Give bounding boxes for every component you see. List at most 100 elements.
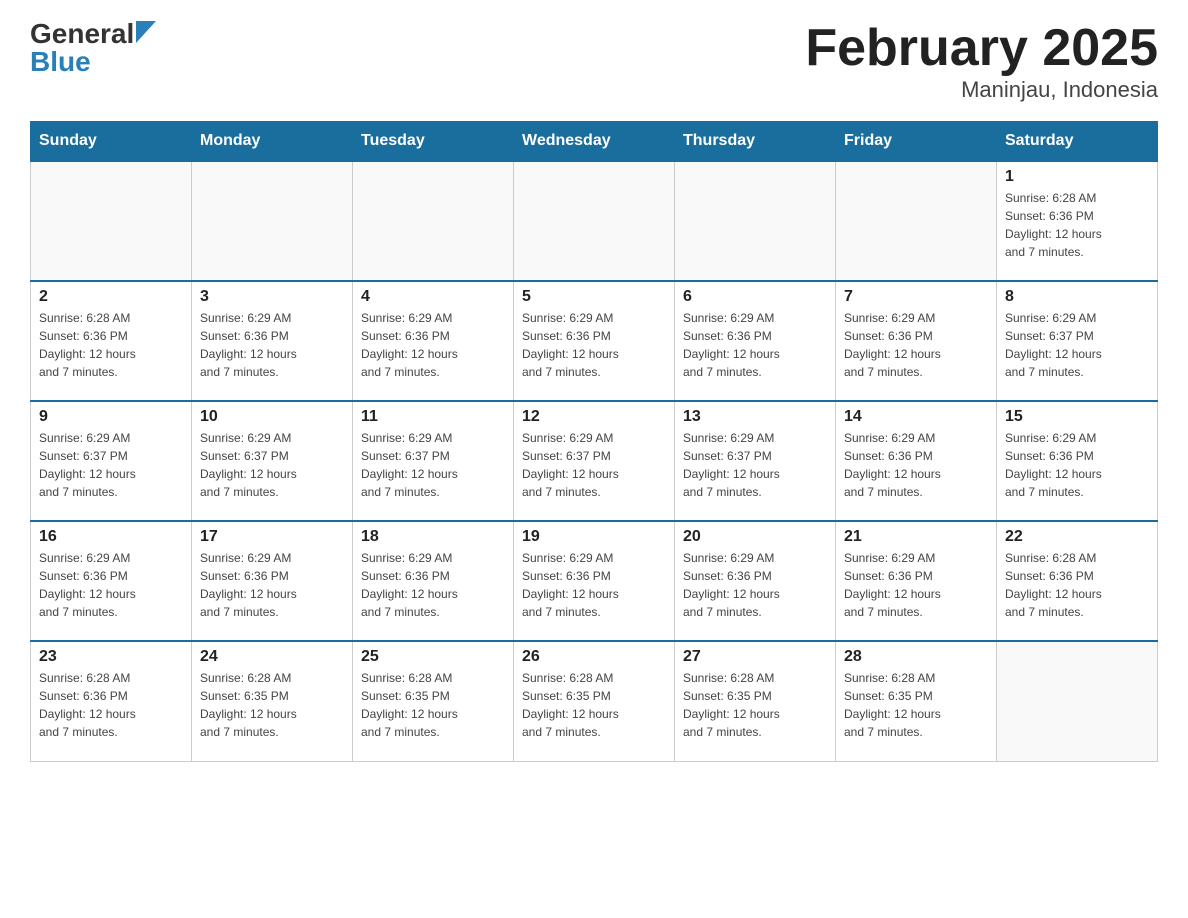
day-info: Sunrise: 6:28 AM Sunset: 6:36 PM Dayligh… — [39, 309, 183, 381]
day-info: Sunrise: 6:28 AM Sunset: 6:36 PM Dayligh… — [1005, 549, 1149, 621]
calendar-cell: 6 Sunrise: 6:29 AM Sunset: 6:36 PM Daylig… — [675, 281, 836, 401]
day-number: 25 — [361, 648, 505, 666]
calendar-cell — [353, 161, 514, 281]
calendar-cell: 19 Sunrise: 6:29 AM Sunset: 6:36 PM Dayli… — [514, 521, 675, 641]
calendar-cell: 22 Sunrise: 6:28 AM Sunset: 6:36 PM Dayli… — [997, 521, 1158, 641]
day-info: Sunrise: 6:29 AM Sunset: 6:37 PM Dayligh… — [1005, 309, 1149, 381]
calendar-week-row: 16 Sunrise: 6:29 AM Sunset: 6:36 PM Dayli… — [31, 521, 1158, 641]
page-header: General Blue February 2025 Maninjau, Ind… — [30, 20, 1158, 103]
calendar-cell — [997, 641, 1158, 761]
day-info: Sunrise: 6:29 AM Sunset: 6:37 PM Dayligh… — [200, 429, 344, 501]
calendar-cell: 3Sunrise: 6:29 AM Sunset: 6:36 PM Daylig… — [192, 281, 353, 401]
calendar-week-row: 9 Sunrise: 6:29 AM Sunset: 6:37 PM Daylig… — [31, 401, 1158, 521]
day-number: 11 — [361, 408, 505, 426]
calendar-header: SundayMondayTuesdayWednesdayThursdayFrid… — [31, 122, 1158, 162]
weekday-header-monday: Monday — [192, 122, 353, 162]
day-number: 17 — [200, 528, 344, 546]
calendar-cell: 21 Sunrise: 6:29 AM Sunset: 6:36 PM Dayli… — [836, 521, 997, 641]
day-info: Sunrise: 6:29 AM Sunset: 6:37 PM Dayligh… — [39, 429, 183, 501]
calendar-cell: 27 Sunrise: 6:28 AM Sunset: 6:35 PM Dayli… — [675, 641, 836, 761]
calendar-body: 1 Sunrise: 6:28 AM Sunset: 6:36 PM Daylig… — [31, 161, 1158, 761]
calendar-week-row: 23Sunrise: 6:28 AM Sunset: 6:36 PM Dayli… — [31, 641, 1158, 761]
day-info: Sunrise: 6:28 AM Sunset: 6:36 PM Dayligh… — [1005, 189, 1149, 261]
calendar-cell — [836, 161, 997, 281]
logo-arrow-icon — [136, 21, 156, 43]
page-subtitle: Maninjau, Indonesia — [805, 77, 1158, 103]
day-info: Sunrise: 6:29 AM Sunset: 6:36 PM Dayligh… — [200, 549, 344, 621]
weekday-header-wednesday: Wednesday — [514, 122, 675, 162]
day-info: Sunrise: 6:29 AM Sunset: 6:36 PM Dayligh… — [683, 309, 827, 381]
day-number: 13 — [683, 408, 827, 426]
calendar-cell: 1 Sunrise: 6:28 AM Sunset: 6:36 PM Daylig… — [997, 161, 1158, 281]
day-number: 1 — [1005, 168, 1149, 186]
calendar-cell: 5 Sunrise: 6:29 AM Sunset: 6:36 PM Daylig… — [514, 281, 675, 401]
calendar-table: SundayMondayTuesdayWednesdayThursdayFrid… — [30, 121, 1158, 762]
day-info: Sunrise: 6:29 AM Sunset: 6:36 PM Dayligh… — [683, 549, 827, 621]
day-number: 4 — [361, 288, 505, 306]
calendar-cell: 23Sunrise: 6:28 AM Sunset: 6:36 PM Dayli… — [31, 641, 192, 761]
day-number: 9 — [39, 408, 183, 426]
day-info: Sunrise: 6:29 AM Sunset: 6:36 PM Dayligh… — [844, 309, 988, 381]
day-info: Sunrise: 6:29 AM Sunset: 6:36 PM Dayligh… — [361, 309, 505, 381]
day-info: Sunrise: 6:28 AM Sunset: 6:35 PM Dayligh… — [683, 669, 827, 741]
day-number: 19 — [522, 528, 666, 546]
weekday-header-thursday: Thursday — [675, 122, 836, 162]
day-info: Sunrise: 6:29 AM Sunset: 6:36 PM Dayligh… — [522, 309, 666, 381]
logo-general-text: General — [30, 20, 134, 48]
weekday-header-row: SundayMondayTuesdayWednesdayThursdayFrid… — [31, 122, 1158, 162]
day-number: 6 — [683, 288, 827, 306]
day-number: 7 — [844, 288, 988, 306]
calendar-cell: 20Sunrise: 6:29 AM Sunset: 6:36 PM Dayli… — [675, 521, 836, 641]
day-number: 15 — [1005, 408, 1149, 426]
day-number: 18 — [361, 528, 505, 546]
day-number: 21 — [844, 528, 988, 546]
day-info: Sunrise: 6:28 AM Sunset: 6:36 PM Dayligh… — [39, 669, 183, 741]
day-number: 14 — [844, 408, 988, 426]
weekday-header-saturday: Saturday — [997, 122, 1158, 162]
day-info: Sunrise: 6:28 AM Sunset: 6:35 PM Dayligh… — [361, 669, 505, 741]
day-info: Sunrise: 6:29 AM Sunset: 6:36 PM Dayligh… — [522, 549, 666, 621]
day-info: Sunrise: 6:29 AM Sunset: 6:36 PM Dayligh… — [844, 549, 988, 621]
day-number: 24 — [200, 648, 344, 666]
calendar-cell: 12Sunrise: 6:29 AM Sunset: 6:37 PM Dayli… — [514, 401, 675, 521]
day-info: Sunrise: 6:28 AM Sunset: 6:35 PM Dayligh… — [522, 669, 666, 741]
calendar-cell: 15Sunrise: 6:29 AM Sunset: 6:36 PM Dayli… — [997, 401, 1158, 521]
day-info: Sunrise: 6:28 AM Sunset: 6:35 PM Dayligh… — [844, 669, 988, 741]
day-number: 3 — [200, 288, 344, 306]
calendar-cell — [192, 161, 353, 281]
calendar-cell: 9 Sunrise: 6:29 AM Sunset: 6:37 PM Daylig… — [31, 401, 192, 521]
calendar-cell: 2 Sunrise: 6:28 AM Sunset: 6:36 PM Daylig… — [31, 281, 192, 401]
calendar-cell: 8 Sunrise: 6:29 AM Sunset: 6:37 PM Daylig… — [997, 281, 1158, 401]
weekday-header-friday: Friday — [836, 122, 997, 162]
calendar-week-row: 1 Sunrise: 6:28 AM Sunset: 6:36 PM Daylig… — [31, 161, 1158, 281]
day-number: 5 — [522, 288, 666, 306]
day-number: 16 — [39, 528, 183, 546]
calendar-cell: 7 Sunrise: 6:29 AM Sunset: 6:36 PM Daylig… — [836, 281, 997, 401]
calendar-cell — [675, 161, 836, 281]
day-number: 8 — [1005, 288, 1149, 306]
day-number: 22 — [1005, 528, 1149, 546]
day-info: Sunrise: 6:29 AM Sunset: 6:37 PM Dayligh… — [683, 429, 827, 501]
weekday-header-sunday: Sunday — [31, 122, 192, 162]
day-info: Sunrise: 6:29 AM Sunset: 6:36 PM Dayligh… — [361, 549, 505, 621]
logo-blue-text: Blue — [30, 48, 91, 76]
calendar-cell — [514, 161, 675, 281]
page-title: February 2025 — [805, 20, 1158, 77]
day-info: Sunrise: 6:29 AM Sunset: 6:36 PM Dayligh… — [39, 549, 183, 621]
calendar-cell: 18 Sunrise: 6:29 AM Sunset: 6:36 PM Dayli… — [353, 521, 514, 641]
calendar-week-row: 2 Sunrise: 6:28 AM Sunset: 6:36 PM Daylig… — [31, 281, 1158, 401]
day-number: 2 — [39, 288, 183, 306]
calendar-cell: 13 Sunrise: 6:29 AM Sunset: 6:37 PM Dayli… — [675, 401, 836, 521]
day-info: Sunrise: 6:29 AM Sunset: 6:36 PM Dayligh… — [844, 429, 988, 501]
calendar-cell: 25 Sunrise: 6:28 AM Sunset: 6:35 PM Dayli… — [353, 641, 514, 761]
calendar-cell — [31, 161, 192, 281]
day-number: 12 — [522, 408, 666, 426]
calendar-cell: 10Sunrise: 6:29 AM Sunset: 6:37 PM Dayli… — [192, 401, 353, 521]
logo: General Blue — [30, 20, 156, 76]
weekday-header-tuesday: Tuesday — [353, 122, 514, 162]
day-number: 26 — [522, 648, 666, 666]
calendar-cell: 14 Sunrise: 6:29 AM Sunset: 6:36 PM Dayli… — [836, 401, 997, 521]
day-number: 27 — [683, 648, 827, 666]
day-info: Sunrise: 6:28 AM Sunset: 6:35 PM Dayligh… — [200, 669, 344, 741]
day-number: 28 — [844, 648, 988, 666]
